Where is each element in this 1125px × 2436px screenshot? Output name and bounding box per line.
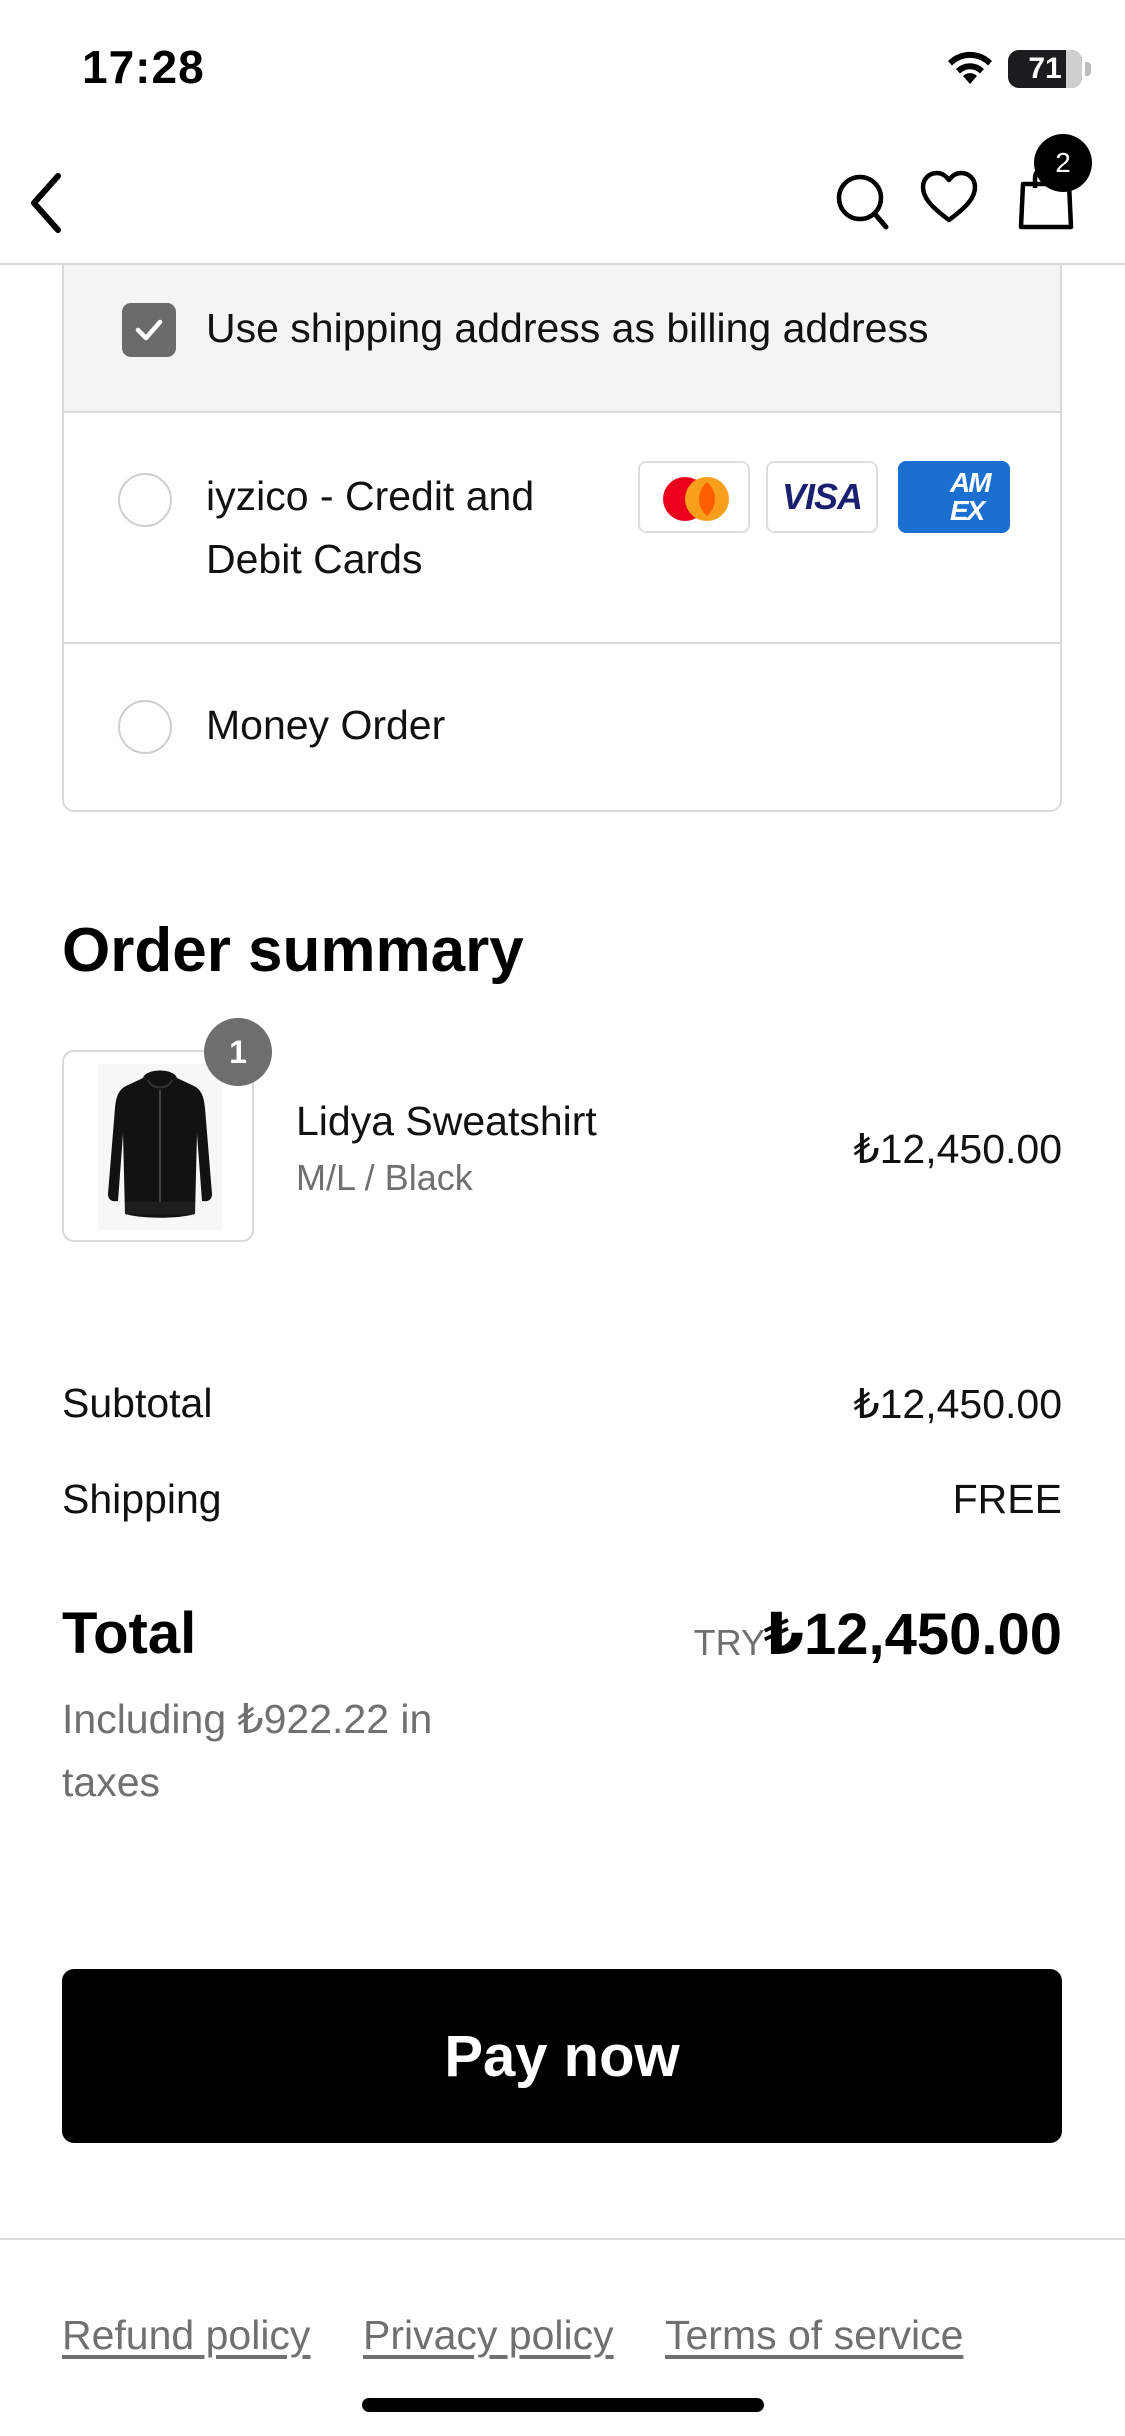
payment-option-iyzico[interactable]: iyzico - Credit and Debit Cards VISA AM E… — [64, 413, 1060, 644]
terms-of-service-link[interactable]: Terms of service — [665, 2312, 963, 2359]
billing-same-label: Use shipping address as billing address — [206, 305, 929, 351]
cart-count-badge: 2 — [1034, 134, 1092, 192]
billing-same-checkbox[interactable] — [122, 303, 176, 357]
wifi-icon — [948, 51, 992, 84]
home-indicator[interactable] — [362, 2398, 764, 2412]
battery-cap — [1085, 62, 1091, 76]
billing-address-option[interactable]: Use shipping address as billing address — [64, 265, 1060, 413]
shipping-value: FREE — [952, 1476, 1062, 1522]
visa-icon: VISA — [766, 461, 878, 533]
payment-option-money-order[interactable]: Money Order — [64, 644, 1060, 810]
refund-policy-link[interactable]: Refund policy — [62, 2312, 310, 2359]
top-navigation: 2 — [0, 130, 1125, 265]
subtotal-value: ₺12,450.00 — [853, 1381, 1062, 1427]
total-label: Total — [62, 1601, 197, 1666]
status-time: 17:28 — [82, 41, 205, 93]
checkmark-icon — [135, 319, 163, 341]
money-order-label: Money Order — [206, 702, 446, 748]
privacy-policy-link[interactable]: Privacy policy — [363, 2312, 614, 2359]
back-arrow-icon[interactable] — [22, 168, 72, 238]
money-order-radio[interactable] — [118, 700, 172, 754]
iyzico-label: iyzico - Credit and Debit Cards — [206, 473, 535, 582]
status-bar: 17:28 71 — [0, 0, 1125, 130]
product-price: ₺12,450.00 — [853, 1126, 1062, 1172]
iyzico-radio[interactable] — [118, 473, 172, 527]
heart-icon[interactable] — [920, 170, 978, 224]
quantity-badge: 1 — [204, 1018, 272, 1086]
search-icon[interactable] — [834, 170, 890, 232]
total-value: ₺12,450.00 — [763, 1602, 1062, 1667]
order-summary-title: Order summary — [62, 916, 524, 985]
total-currency: TRY — [693, 1622, 765, 1663]
shipping-label: Shipping — [62, 1476, 222, 1522]
product-variant: M/L / Black — [296, 1157, 473, 1198]
payment-options: Use shipping address as billing address … — [62, 265, 1062, 812]
footer-divider — [0, 2238, 1125, 2240]
battery-icon: 71 — [1008, 50, 1082, 88]
product-name: Lidya Sweatshirt — [296, 1098, 597, 1144]
subtotal-label: Subtotal — [62, 1380, 213, 1426]
amex-icon: AM EX — [898, 461, 1010, 533]
tax-note: Including ₺922.22 in taxes — [62, 1696, 433, 1805]
battery-level: 71 — [1028, 52, 1062, 85]
pay-now-button[interactable]: Pay now — [62, 1969, 1062, 2143]
mastercard-icon — [638, 461, 750, 533]
sweatshirt-image — [98, 1064, 222, 1230]
